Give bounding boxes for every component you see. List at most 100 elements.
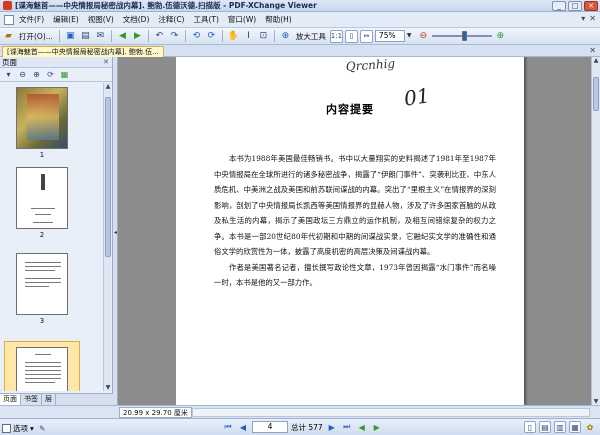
zoom-dropdown-icon[interactable]: ▼ — [407, 30, 415, 42]
menu-view[interactable]: 视图(V) — [88, 14, 114, 25]
body-paragraph: 本书为1988年美国最佳畅销书。书中以大量翔实的史料揭述了1981年至1987年… — [214, 154, 496, 256]
page-thumbnail-number: 3 — [39, 317, 45, 325]
toolbar-separator — [273, 30, 275, 42]
thumbnail-text-line — [31, 208, 55, 209]
next-page-icon[interactable]: ▶ — [326, 421, 338, 433]
menu-window[interactable]: 窗口(W) — [228, 14, 256, 25]
viewer-horizontal-scrollbar[interactable] — [192, 408, 590, 417]
scroll-up-icon[interactable]: ▲ — [592, 57, 600, 64]
facing-pages-icon[interactable]: ▥ — [554, 421, 566, 433]
zoom-tool-button[interactable]: 放大工具 — [296, 31, 326, 42]
continuous-page-icon[interactable]: ▤ — [539, 421, 551, 433]
redo-icon[interactable]: ↷ — [168, 30, 181, 43]
previous-page-icon[interactable]: ◀ — [237, 421, 249, 433]
scroll-down-icon[interactable]: ▼ — [104, 384, 112, 391]
rotate-right-icon[interactable]: ⟳ — [205, 30, 218, 43]
status-bar: 20.99 x 29.70 厘米 — [0, 405, 600, 418]
fit-page-icon[interactable]: ▯ — [344, 29, 358, 43]
menu-edit[interactable]: 编辑(E) — [53, 14, 79, 25]
document-tab[interactable]: [谍海魅首——中央情报局秘密战内幕]. 鲍勃.伍... — [2, 46, 164, 57]
thumbnail-list[interactable]: 1 2 3 4 — [0, 83, 104, 391]
fit-width-icon[interactable]: ↔ — [359, 29, 373, 43]
snapshot-icon[interactable]: ⊡ — [257, 30, 270, 43]
attachment-icon[interactable]: ✎ — [36, 422, 49, 435]
zoom-in-icon[interactable]: ⊕ — [494, 30, 507, 43]
zoom-slider-thumb[interactable] — [461, 31, 467, 41]
thumbnail-zoom-out-icon[interactable]: ⊖ — [17, 69, 28, 80]
thumbnail-insert-icon[interactable]: ▦ — [59, 69, 70, 80]
page-thumbnail-2[interactable] — [16, 167, 68, 229]
zoom-slider[interactable] — [431, 30, 492, 42]
tab-pages[interactable]: 页面 — [0, 394, 21, 405]
back-icon[interactable]: ◀ — [116, 30, 129, 43]
current-page-input[interactable]: 4 — [252, 421, 288, 433]
scroll-down-icon[interactable]: ▼ — [592, 398, 600, 405]
body-paragraph: 作者是美国著名记者，擅长撰写政论性文章，1973年曾因揭露“水门事件”而名噪一时… — [214, 262, 496, 288]
select-text-icon[interactable]: I — [242, 30, 255, 43]
page-thumbnail-1[interactable] — [16, 87, 68, 149]
undo-icon[interactable]: ↶ — [153, 30, 166, 43]
page-thumbnail-3[interactable] — [16, 253, 68, 315]
document-viewer[interactable]: Qrcnhig 01 内容提要 本书为1988年美国最佳畅销书。书中以大量翔实的… — [118, 57, 591, 405]
page-body: 本书为1988年美国最佳畅销书。书中以大量翔实的史料揭述了1981年至1987年… — [214, 151, 496, 291]
zoom-tool-icon[interactable]: ⊕ — [279, 30, 292, 43]
viewer-vertical-scrollbar[interactable]: ▲ ▼ — [591, 57, 600, 405]
thumbnail-text-line — [25, 286, 49, 287]
menu-file[interactable]: 文件(F) — [19, 14, 44, 25]
toolbar-separator — [110, 30, 112, 42]
maximize-button[interactable]: □ — [568, 1, 582, 11]
scroll-up-icon[interactable]: ▲ — [104, 83, 112, 90]
close-document-icon[interactable]: ✕ — [589, 14, 596, 23]
zoom-level-input[interactable]: 75% — [374, 30, 405, 42]
open-button[interactable]: 打开(O)... — [19, 31, 53, 42]
forward-icon[interactable]: ▶ — [131, 30, 144, 43]
last-page-icon[interactable]: ⏭ — [341, 421, 353, 433]
page-thumbnail-4[interactable] — [16, 347, 68, 391]
tools-settings-icon[interactable]: ✿ — [584, 421, 596, 433]
chevron-down-icon[interactable]: ▾ — [581, 14, 585, 23]
options-icon — [2, 424, 11, 433]
print-icon[interactable]: ▤ — [79, 30, 92, 43]
page-size-display: 20.99 x 29.70 厘米 — [119, 407, 192, 418]
menu-tools[interactable]: 工具(T) — [193, 14, 218, 25]
first-page-icon[interactable]: ⏮ — [222, 421, 234, 433]
thumbnail-text-line — [25, 370, 61, 371]
close-button[interactable]: ✕ — [584, 1, 598, 11]
toolbar-separator — [184, 30, 186, 42]
next-view-icon[interactable]: ▶ — [371, 421, 383, 433]
rotate-left-icon[interactable]: ⟲ — [190, 30, 203, 43]
open-folder-icon[interactable]: ▰ — [2, 30, 15, 43]
sidebar-close-icon[interactable]: ✕ — [103, 57, 109, 68]
menu-comments[interactable]: 注释(C) — [158, 14, 184, 25]
tab-bookmarks[interactable]: 书签 — [21, 394, 42, 405]
options-menu[interactable]: 选项 ▾ ✎ — [2, 422, 49, 435]
toolbar-separator — [58, 30, 60, 42]
previous-view-icon[interactable]: ◀ — [356, 421, 368, 433]
thumbnail-rotate-icon[interactable]: ⟳ — [45, 69, 56, 80]
menu-help[interactable]: 帮助(H) — [265, 14, 292, 25]
hand-tool-icon[interactable]: ✋ — [227, 30, 240, 43]
actual-size-icon[interactable]: 1:1 — [329, 29, 343, 43]
thumbnail-text-line — [25, 366, 61, 367]
thumbnail-zoom-in-icon[interactable]: ⊕ — [31, 69, 42, 80]
single-page-icon[interactable]: ▯ — [524, 421, 536, 433]
minimize-button[interactable]: _ — [552, 1, 566, 11]
document-menu-icon[interactable] — [4, 14, 14, 25]
viewer-scroll-thumb[interactable] — [593, 77, 599, 111]
close-tab-icon[interactable]: ✕ — [589, 46, 596, 55]
page-thumbnail-number: 2 — [39, 231, 45, 239]
continuous-facing-icon[interactable]: ▦ — [569, 421, 581, 433]
sidebar-tabs: 页面 书签 层 — [0, 393, 113, 405]
sidebar-scroll-thumb[interactable] — [105, 97, 111, 257]
thumbnail-options-icon[interactable]: ▾ — [3, 69, 14, 80]
app-icon — [3, 1, 12, 10]
thumbnail-title-mark — [41, 174, 45, 190]
tab-layers[interactable]: 层 — [42, 394, 56, 405]
save-icon[interactable]: ▣ — [64, 30, 77, 43]
zoom-out-icon[interactable]: ⊖ — [417, 30, 430, 43]
menu-document[interactable]: 文档(D) — [123, 14, 150, 25]
page-navigation: ⏮ ◀ 4 总计 577 ▶ ⏭ ◀ ▶ — [222, 421, 383, 433]
navigation-bar: 选项 ▾ ✎ ⏮ ◀ 4 总计 577 ▶ ⏭ ◀ ▶ ▯ ▤ ▥ ▦ ✿ — [0, 418, 600, 435]
email-icon[interactable]: ✉ — [94, 30, 107, 43]
sidebar-scrollbar[interactable]: ▲ ▼ — [103, 83, 111, 391]
